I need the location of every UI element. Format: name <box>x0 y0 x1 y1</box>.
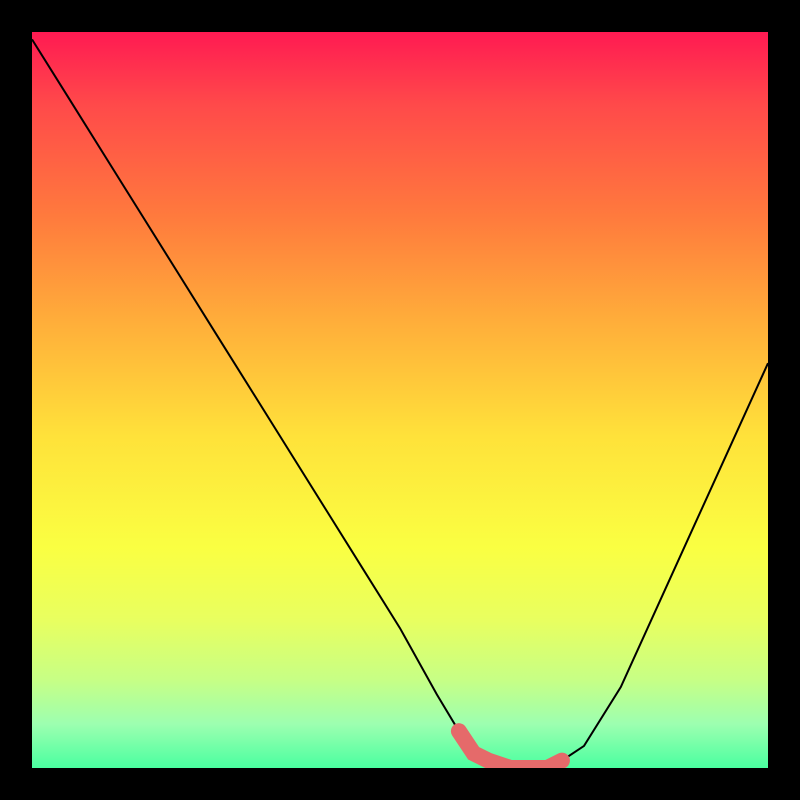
optimal-band <box>459 731 562 768</box>
frame-bottom <box>0 768 800 800</box>
frame-right <box>768 0 800 800</box>
frame-left <box>0 0 32 800</box>
bottleneck-curve-svg <box>32 32 768 768</box>
v-curve <box>32 39 768 768</box>
frame-top <box>0 0 800 32</box>
